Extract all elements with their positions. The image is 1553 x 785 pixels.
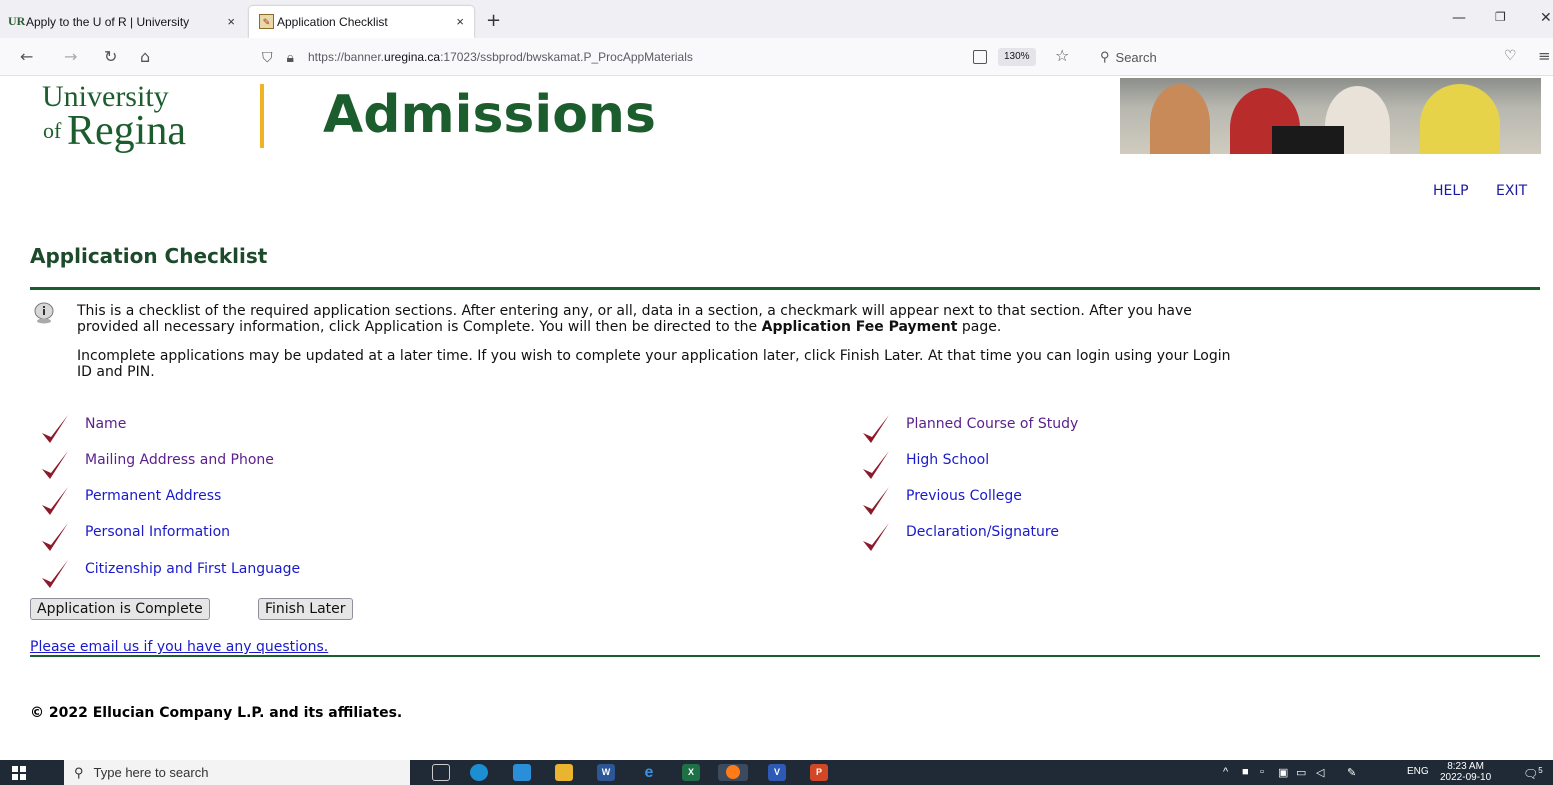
info-icon <box>34 302 54 324</box>
taskbar-search-input[interactable]: ⚲ Type here to search <box>64 760 410 785</box>
fee-payment-emphasis: Application Fee Payment <box>761 319 958 335</box>
logo-line-of: of <box>43 118 62 143</box>
checkmark-icon <box>42 523 68 551</box>
hamburger-menu-icon[interactable]: ≡ <box>1538 47 1551 65</box>
pocket-icon[interactable]: ♡ <box>1504 48 1517 64</box>
close-window-icon[interactable]: ✕ <box>1540 10 1552 26</box>
taskbar-search-placeholder: Type here to search <box>93 765 209 780</box>
word-icon[interactable]: W <box>597 764 615 781</box>
checklist-link-name[interactable]: Name <box>85 416 126 432</box>
reader-view-icon[interactable] <box>973 50 987 64</box>
new-tab-icon[interactable]: + <box>486 10 501 31</box>
bookmark-star-icon[interactable]: ☆ <box>1055 46 1069 65</box>
tray-device-icon[interactable]: ▫ <box>1260 766 1264 778</box>
info-text-line: Incomplete applications may be updated a… <box>77 348 1231 364</box>
students-banner-image <box>1120 78 1541 154</box>
browser-tab-strip: UR Apply to the U of R | University × ✎ … <box>0 0 1553 38</box>
header-title: Admissions <box>323 85 656 145</box>
checkmark-icon <box>42 451 68 479</box>
tray-volume-icon[interactable]: ◁ <box>1316 766 1324 779</box>
search-icon: ⚲ <box>74 764 84 780</box>
url-bar[interactable]: ⛉ 🔒︎ https://banner. uregina.ca:17023/ssb… <box>262 43 1082 71</box>
url-host: uregina.ca <box>384 50 441 64</box>
checklist-link-personal-information[interactable]: Personal Information <box>85 524 230 540</box>
tray-pen-icon[interactable]: ✎ <box>1347 766 1356 779</box>
footer-divider <box>30 655 1540 657</box>
checklist-link-planned-course[interactable]: Planned Course of Study <box>906 416 1078 432</box>
copyright-text: © 2022 Ellucian Company L.P. and its aff… <box>30 705 403 721</box>
url-suffix: :17023/ssbprod/bwskamat.P_ProcAppMateria… <box>440 50 693 64</box>
edge-icon[interactable] <box>470 764 488 781</box>
zoom-level[interactable]: 130% <box>998 48 1036 66</box>
close-tab-icon[interactable]: × <box>456 14 464 29</box>
checklist-link-permanent-address[interactable]: Permanent Address <box>85 488 221 504</box>
clock-date: 2022-09-10 <box>1440 772 1492 783</box>
tray-chevron-icon[interactable]: ^ <box>1223 766 1228 778</box>
help-link[interactable]: HELP <box>1433 183 1469 199</box>
logo-line-regina: Regina <box>67 108 186 154</box>
info-text-line: This is a checklist of the required appl… <box>77 303 1192 319</box>
checklist-link-citizenship[interactable]: Citizenship and First Language <box>85 561 300 577</box>
info-text-line: provided all necessary information, clic… <box>77 319 1002 335</box>
tab-title: Apply to the U of R | University <box>26 15 190 29</box>
tray-wifi-icon[interactable]: ▭ <box>1296 766 1306 779</box>
checkmark-icon <box>42 415 68 443</box>
remote-desktop-icon[interactable] <box>513 764 531 781</box>
header-divider <box>260 84 264 148</box>
forward-arrow-icon[interactable]: → <box>64 47 77 66</box>
url-prefix: https://banner. <box>307 50 385 64</box>
home-icon[interactable]: ⌂ <box>140 47 150 66</box>
notification-icon[interactable]: 🗨︎5 <box>1523 766 1543 781</box>
minimize-icon[interactable]: — <box>1452 10 1466 26</box>
firefox-icon[interactable] <box>718 764 748 781</box>
exit-link[interactable]: EXIT <box>1496 183 1527 199</box>
internet-explorer-icon[interactable]: e <box>640 764 658 781</box>
lock-icon[interactable]: 🔒︎ <box>287 49 294 66</box>
language-indicator[interactable]: ENG <box>1407 766 1429 777</box>
checkmark-icon <box>863 487 889 515</box>
back-arrow-icon[interactable]: ← <box>20 47 33 66</box>
info-text-line: ID and PIN. <box>77 364 155 380</box>
notification-count: 5 <box>1538 766 1543 775</box>
search-icon: ⚲ <box>1100 49 1110 64</box>
checkmark-icon <box>863 415 889 443</box>
checklist-link-previous-college[interactable]: Previous College <box>906 488 1022 504</box>
task-view-icon[interactable] <box>432 764 450 781</box>
finish-later-button[interactable]: Finish Later <box>258 598 353 620</box>
taskbar-clock[interactable]: 8:23 AM 2022-09-10 <box>1440 761 1491 783</box>
ur-favicon-icon: UR <box>8 14 26 28</box>
application-complete-button[interactable]: Application is Complete <box>30 598 210 620</box>
page-title: Application Checklist <box>30 244 268 268</box>
powerpoint-icon[interactable]: P <box>810 764 828 781</box>
checklist-link-declaration[interactable]: Declaration/Signature <box>906 524 1059 540</box>
tab-title: Application Checklist <box>277 15 388 29</box>
checkmark-icon <box>42 560 68 588</box>
browser-nav-bar: ← → ↻ ⌂ ⛉ 🔒︎ https://banner. uregina.ca:1… <box>0 38 1553 76</box>
close-tab-icon[interactable]: × <box>227 14 235 29</box>
browser-tab-checklist[interactable]: ✎ Application Checklist × <box>249 6 474 38</box>
university-of-regina-logo[interactable]: University of Regina <box>40 80 250 154</box>
tray-network-icon[interactable]: ■ <box>1242 766 1249 778</box>
checklist-link-mailing-address[interactable]: Mailing Address and Phone <box>85 452 274 468</box>
reload-icon[interactable]: ↻ <box>104 47 117 66</box>
email-us-link[interactable]: Please email us if you have any question… <box>30 639 328 655</box>
checkmark-icon <box>863 523 889 551</box>
clock-time: 8:23 AM <box>1447 761 1484 772</box>
excel-icon[interactable]: X <box>682 764 700 781</box>
browser-tab-apply[interactable]: UR Apply to the U of R | University × <box>0 6 245 38</box>
restore-icon[interactable]: ❐ <box>1495 10 1506 24</box>
search-placeholder: Search <box>1115 49 1157 65</box>
title-divider <box>30 287 1540 290</box>
tray-display-icon[interactable]: ▣ <box>1278 766 1288 779</box>
checklist-link-high-school[interactable]: High School <box>906 452 989 468</box>
checkmark-icon <box>863 451 889 479</box>
windows-start-icon[interactable] <box>12 766 26 780</box>
page-favicon-icon: ✎ <box>259 14 274 29</box>
windows-taskbar: ⚲ Type here to search W e X V P ^ ■ ▫ ▣ … <box>0 760 1553 785</box>
file-explorer-icon[interactable] <box>555 764 573 781</box>
shield-icon[interactable]: ⛉ <box>262 49 273 66</box>
visio-icon[interactable]: V <box>768 764 786 781</box>
browser-search-input[interactable]: ⚲ Search <box>1090 43 1402 71</box>
checkmark-icon <box>42 487 68 515</box>
